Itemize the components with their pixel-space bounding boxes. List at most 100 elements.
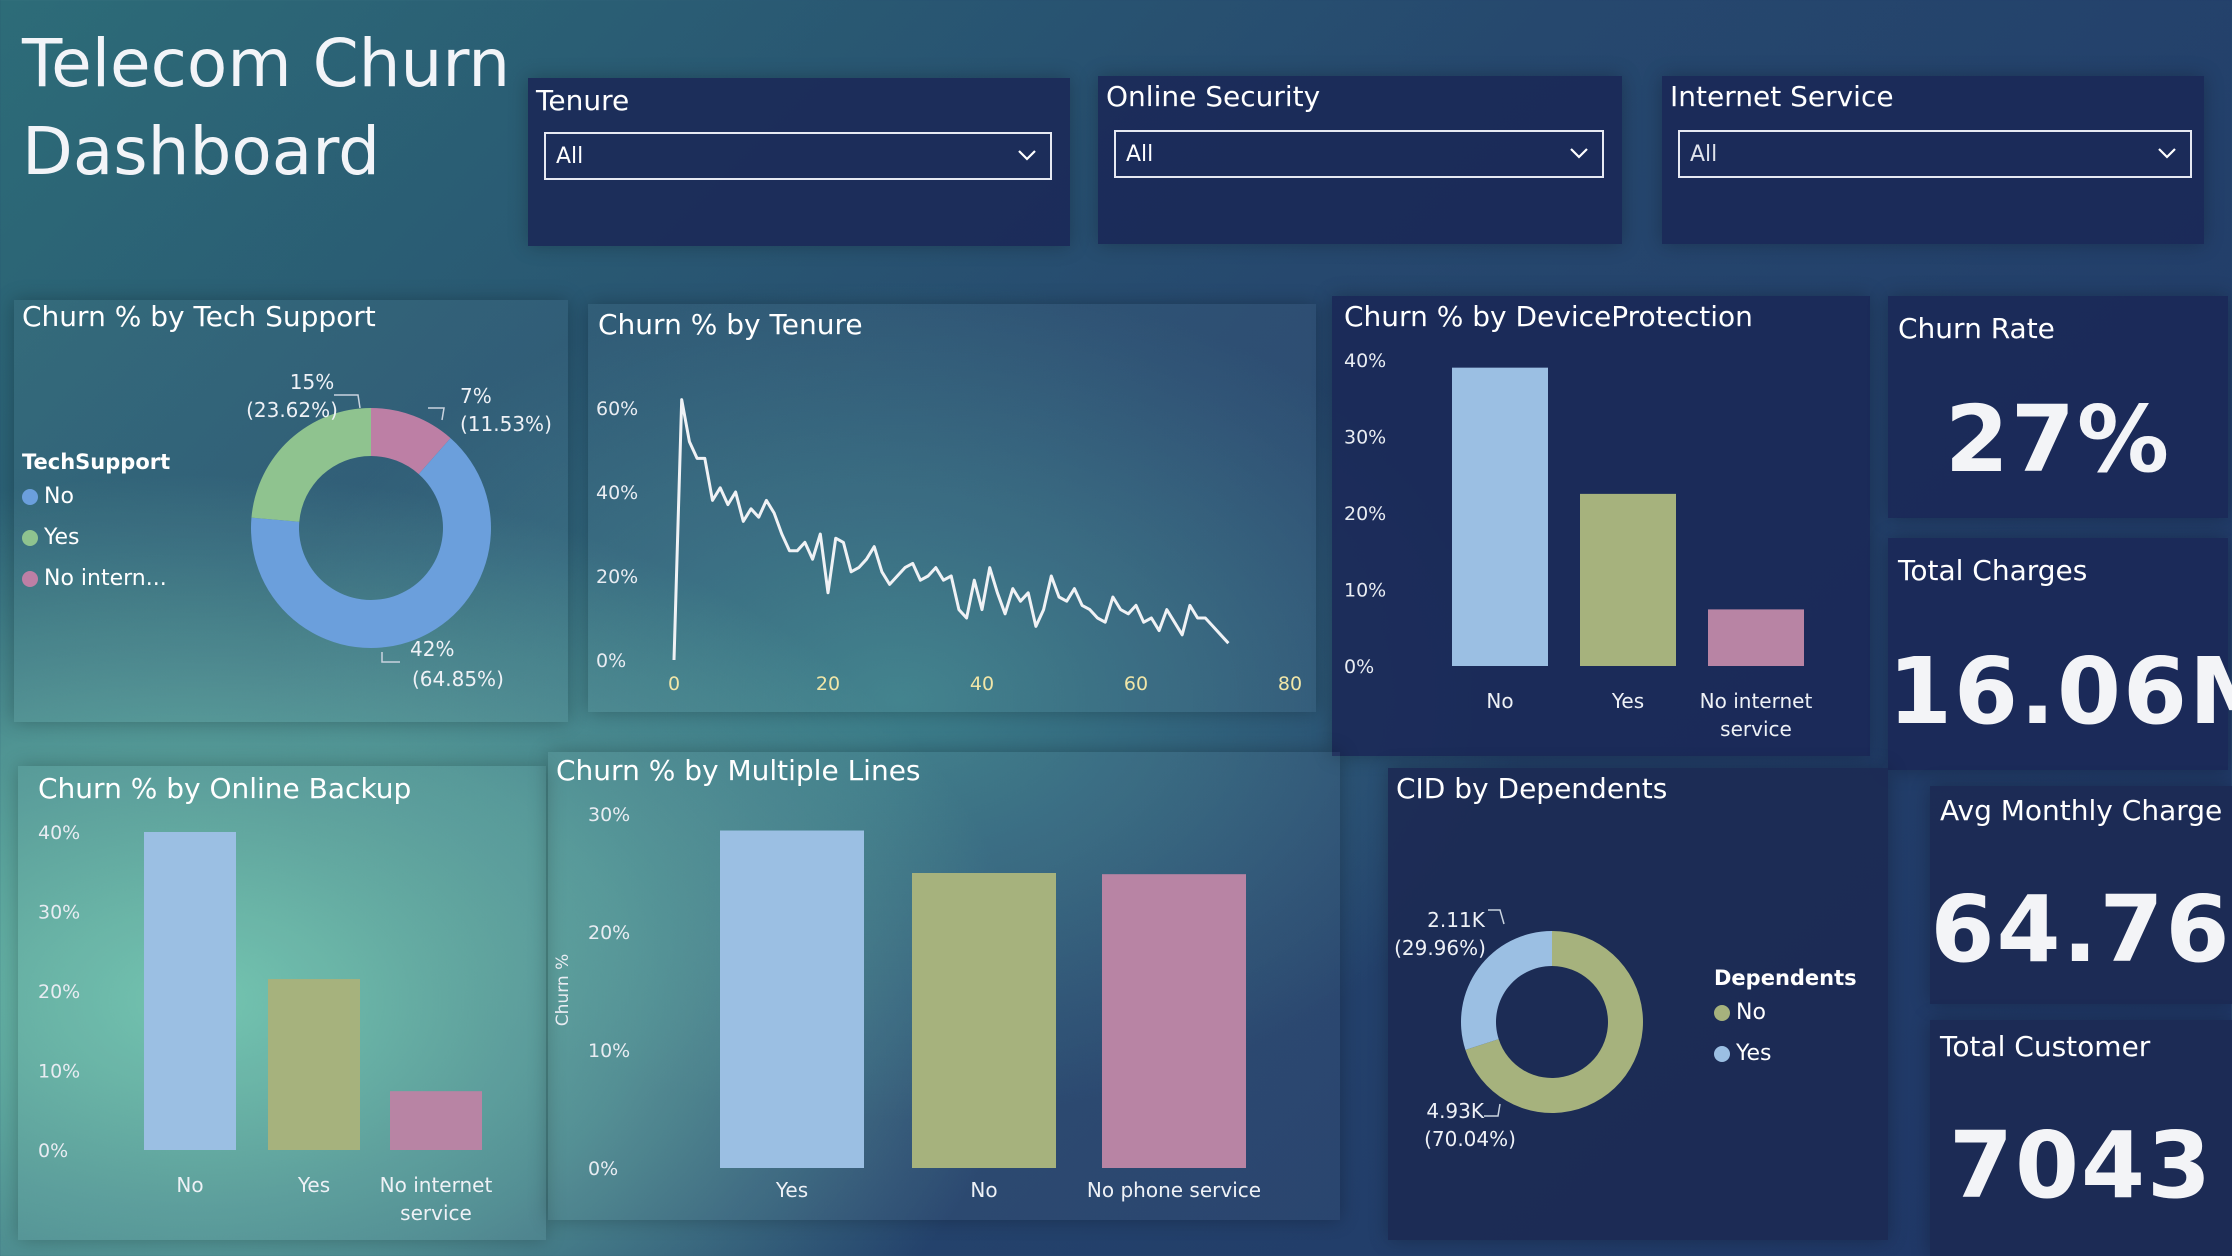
bar-no[interactable] [144, 832, 236, 1150]
slice-label-noint-pct: 7% [460, 384, 492, 408]
slice-label-yes-share: (23.62%) [246, 398, 338, 422]
tenure-dropdown-value: All [556, 143, 584, 169]
leader-line [428, 407, 445, 421]
x-tick-label: 20 [816, 673, 840, 695]
kpi-avg-monthly-charge: Avg Monthly Charge 64.76 [1930, 786, 2232, 1004]
tenure-dropdown[interactable]: All [544, 132, 1052, 180]
bar-no[interactable] [912, 873, 1056, 1168]
leader-line [1484, 1103, 1501, 1117]
bar-yes[interactable] [720, 830, 864, 1168]
y-tick-label: 20% [38, 981, 80, 1003]
y-tick-label: 10% [38, 1061, 80, 1083]
bar-yes[interactable] [268, 979, 360, 1150]
slicer-online-security-label: Online Security [1106, 80, 1321, 113]
x-tick-label: 80 [1278, 673, 1302, 695]
y-tick-label: 10% [1344, 580, 1386, 602]
x-category-label: service [400, 1201, 472, 1225]
leader-line [1488, 909, 1505, 925]
slicer-internet-service-label: Internet Service [1670, 80, 1894, 113]
x-category-label: No internet [380, 1173, 493, 1197]
y-tick-label: 0% [596, 650, 626, 672]
dashboard-title-line1: Telecom Churn [22, 25, 511, 102]
kpi-title: Churn Rate [1898, 312, 2055, 345]
bar-no-internet-service[interactable] [390, 1091, 482, 1150]
tenure-line-panel: Churn % by Tenure 0% 20% 40% 60% 0 20 40 60 80 [588, 304, 1316, 712]
tech-support-donut-panel: Churn % by Tech Support TechSupport No Y… [14, 300, 568, 722]
internet-service-dropdown[interactable]: All [1678, 130, 2192, 178]
x-category-label: service [1720, 717, 1792, 741]
multiple-lines-bar-chart: 0% 10% 20% 30% Churn % Yes No No phone service [553, 804, 1261, 1202]
bar-no-phone-service[interactable] [1102, 874, 1246, 1168]
dashboard-title: Telecom Churn Dashboard [22, 20, 510, 196]
y-tick-label: 60% [596, 398, 638, 420]
y-tick-label: 20% [596, 566, 638, 588]
donut-slice-yes[interactable] [251, 408, 371, 522]
y-tick-label: 30% [1344, 427, 1386, 449]
leader-line [381, 652, 400, 663]
kpi-value: 16.06M [1888, 638, 2232, 745]
x-category-label: Yes [1611, 689, 1644, 713]
slice-label-yes-share: (29.96%) [1394, 936, 1486, 960]
dependents-donut-panel: CID by Dependents Dependents No Yes 2.11… [1388, 768, 1888, 1240]
kpi-total-customer: Total Customer 7043 [1930, 1020, 2232, 1256]
bar-no[interactable] [1452, 367, 1548, 666]
online-backup-bar-chart: 0% 10% 20% 30% 40% No Yes No internet service [38, 822, 493, 1225]
y-tick-label: 10% [588, 1040, 630, 1062]
dashboard-title-line2: Dashboard [22, 113, 381, 190]
bar-yes[interactable] [1580, 493, 1676, 666]
kpi-title: Avg Monthly Charge [1940, 794, 2223, 827]
slice-label-yes-pct: 15% [290, 370, 334, 394]
x-category-label: No [176, 1173, 203, 1197]
dependents-donut-chart: 2.11K (29.96%) 4.93K (70.04%) [1394, 908, 1643, 1151]
x-category-label: No [1486, 689, 1513, 713]
slice-label-no-pct: 42% [410, 637, 454, 661]
slicer-online-security: Online Security All [1098, 76, 1622, 244]
x-category-label: No [970, 1178, 997, 1202]
chevron-down-icon [2158, 148, 2176, 159]
online-backup-bar-panel: Churn % by Online Backup 0% 10% 20% 30% 40% N… [18, 766, 546, 1240]
y-axis-label: Churn % [553, 954, 573, 1026]
y-tick-label: 20% [1344, 503, 1386, 525]
y-tick-label: 30% [588, 804, 630, 826]
device-protection-bar-panel: Churn % by DeviceProtection 0% 10% 20% 30% 4… [1332, 296, 1870, 756]
slicer-tenure-label: Tenure [536, 84, 630, 117]
slice-label-noint-share: (11.53%) [460, 412, 552, 436]
y-tick-label: 40% [38, 822, 80, 844]
y-tick-label: 0% [1344, 656, 1374, 678]
kpi-value: 7043 [1948, 1112, 2214, 1219]
y-tick-label: 30% [38, 902, 80, 924]
bar-no-internet-service[interactable] [1708, 609, 1804, 666]
x-category-label: Yes [297, 1173, 330, 1197]
x-tick-label: 40 [970, 673, 994, 695]
y-tick-label: 20% [588, 922, 630, 944]
chevron-down-icon [1018, 150, 1036, 161]
kpi-title: Total Customer [1940, 1030, 2151, 1063]
y-tick-label: 40% [1344, 350, 1386, 372]
tenure-line-chart: 0% 20% 40% 60% 0 20 40 60 80 [596, 398, 1302, 695]
tech-support-donut-chart: 15% (23.62%) 7% (11.53%) 42% (64.85%) [246, 370, 552, 691]
x-category-label: No phone service [1087, 1178, 1261, 1202]
x-category-label: No internet [1700, 689, 1813, 713]
donut-slices [1461, 931, 1643, 1113]
kpi-value: 64.76 [1930, 876, 2232, 983]
x-category-label: Yes [775, 1178, 808, 1202]
slice-label-no-share: (70.04%) [1424, 1127, 1516, 1151]
kpi-total-charges: Total Charges 16.06M [1888, 538, 2232, 770]
y-tick-label: 0% [588, 1158, 618, 1180]
slice-label-yes-val: 2.11K [1427, 908, 1486, 932]
kpi-churn-rate: Churn Rate 27% [1888, 296, 2228, 518]
internet-service-dropdown-value: All [1690, 141, 1718, 167]
slice-label-no-val: 4.93K [1426, 1099, 1485, 1123]
multiple-lines-bar-panel: Churn % by Multiple Lines 0% 10% 20% 30% Chu… [548, 752, 1340, 1220]
x-tick-label: 0 [668, 673, 680, 695]
donut-slices [251, 408, 492, 648]
kpi-title: Total Charges [1898, 554, 2088, 587]
device-protection-bar-chart: 0% 10% 20% 30% 40% No Yes No internet service [1344, 350, 1813, 741]
series-line [672, 398, 1230, 661]
y-tick-label: 40% [596, 482, 638, 504]
online-security-dropdown-value: All [1126, 141, 1154, 167]
y-tick-label: 0% [38, 1140, 68, 1162]
slicer-tenure: Tenure All [528, 78, 1070, 246]
slice-label-no-share: (64.85%) [412, 667, 504, 691]
online-security-dropdown[interactable]: All [1114, 130, 1604, 178]
